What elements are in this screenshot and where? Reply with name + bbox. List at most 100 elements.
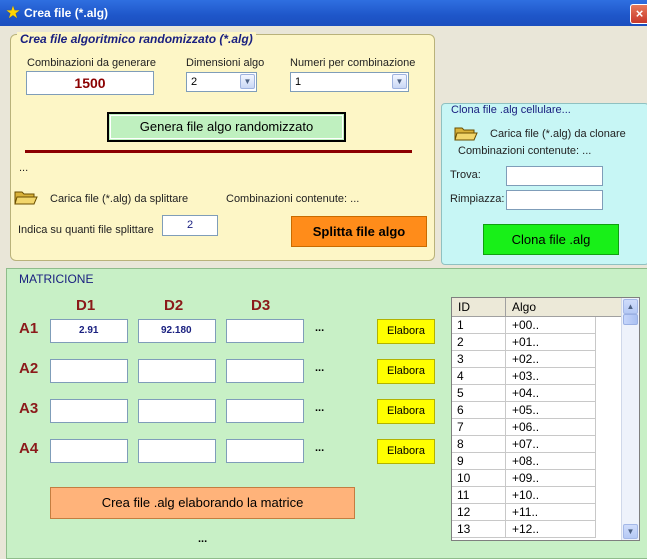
combinazioni-input[interactable]: 1500 (26, 71, 154, 95)
matrix-cell-a3-d3[interactable] (226, 399, 304, 423)
table-row[interactable]: 8 +07.. (452, 436, 622, 453)
table-row[interactable]: 2 +01.. (452, 334, 622, 351)
grid-cell-algo[interactable]: +12.. (506, 521, 596, 538)
column-label-d1: D1 (76, 297, 96, 314)
matrix-cell-a4-d1[interactable] (50, 439, 128, 463)
grid-cell-id[interactable]: 2 (452, 334, 506, 351)
matrix-cell-a3-d2[interactable] (138, 399, 216, 423)
table-row[interactable]: 12 +11.. (452, 504, 622, 521)
elabora-a1-button[interactable]: Elabora (377, 319, 435, 344)
close-button[interactable]: × (630, 4, 647, 24)
table-row[interactable]: 9 +08.. (452, 453, 622, 470)
open-folder-icon[interactable] (14, 188, 38, 206)
grid-cell-algo[interactable]: +07.. (506, 436, 596, 453)
matrix-cell-a3-d1[interactable] (50, 399, 128, 423)
matrix-cell-a4-d3[interactable] (226, 439, 304, 463)
indica-label: Indica su quanti file splittare (18, 224, 154, 236)
status-ellipsis: ... (19, 162, 29, 174)
row-label-a4: A4 (19, 440, 39, 457)
grid-header-algo[interactable]: Algo (506, 298, 624, 317)
grid-cell-id[interactable]: 9 (452, 453, 506, 470)
grid-cell-id[interactable]: 11 (452, 487, 506, 504)
clona-button[interactable]: Clona file .alg (483, 224, 619, 255)
elabora-a3-button[interactable]: Elabora (377, 399, 435, 424)
grid-cell-algo[interactable]: +11.. (506, 504, 596, 521)
dimensioni-value: 2 (191, 76, 198, 88)
open-folder-icon[interactable] (454, 124, 478, 142)
table-row[interactable]: 11 +10.. (452, 487, 622, 504)
numeri-select[interactable]: 1 ▼ (290, 72, 409, 92)
table-row[interactable]: 1 +00.. (452, 317, 622, 334)
trova-label: Trova: (450, 169, 481, 181)
chevron-down-icon[interactable]: ▼ (240, 74, 255, 89)
title-bar: ★ Crea file (*.alg) × (0, 0, 647, 26)
combinazioni-contenute-split: Combinazioni contenute: ... (226, 193, 360, 205)
grid-cell-id[interactable]: 10 (452, 470, 506, 487)
matrix-panel-legend: MATRICIONE (16, 272, 97, 286)
matrix-cell-a2-d2[interactable] (138, 359, 216, 383)
genera-button[interactable]: Genera file algo randomizzato (107, 112, 346, 142)
grid-cell-algo[interactable]: +06.. (506, 419, 596, 436)
carica-clone-label: Carica file (*.alg) da clonare (490, 128, 626, 140)
split-count-input[interactable]: 2 (162, 215, 218, 236)
numeri-value: 1 (295, 76, 302, 88)
grid-cell-algo[interactable]: +09.. (506, 470, 596, 487)
grid-header-id[interactable]: ID (452, 298, 506, 317)
trova-input[interactable] (506, 166, 603, 186)
vertical-scrollbar[interactable]: ▲ ▼ (621, 298, 639, 540)
row-label-a2: A2 (19, 360, 39, 377)
scroll-up-icon[interactable]: ▲ (623, 299, 638, 314)
table-row[interactable]: 7 +06.. (452, 419, 622, 436)
matrix-cell-a2-d3[interactable] (226, 359, 304, 383)
table-row[interactable]: 6 +05.. (452, 402, 622, 419)
dimensioni-select[interactable]: 2 ▼ (186, 72, 257, 92)
grid-cell-id[interactable]: 4 (452, 368, 506, 385)
elabora-a4-button[interactable]: Elabora (377, 439, 435, 464)
table-row[interactable]: 10 +09.. (452, 470, 622, 487)
row-label-a3: A3 (19, 400, 39, 417)
matrix-cell-a4-d2[interactable] (138, 439, 216, 463)
dimensioni-label: Dimensioni algo (186, 57, 265, 69)
table-row[interactable]: 5 +04.. (452, 385, 622, 402)
matrix-cell-a1-d1[interactable]: 2.91 (50, 319, 128, 343)
grid-cell-id[interactable]: 5 (452, 385, 506, 402)
table-row[interactable]: 13 +12.. (452, 521, 622, 538)
scroll-thumb[interactable] (623, 314, 638, 325)
crea-matrice-button[interactable]: Crea file .alg elaborando la matrice (50, 487, 355, 519)
matrix-cell-a1-d3[interactable] (226, 319, 304, 343)
row-a4-dots: ... (315, 442, 325, 454)
grid-cell-algo[interactable]: +02.. (506, 351, 596, 368)
grid-cell-id[interactable]: 8 (452, 436, 506, 453)
divider (25, 150, 412, 153)
grid-cell-id[interactable]: 6 (452, 402, 506, 419)
chevron-down-icon[interactable]: ▼ (392, 74, 407, 89)
algo-grid[interactable]: ID Algo 1 +00.. 2 +01.. 3 +02.. 4 +03.. 5 +04.. 6 +… (451, 297, 640, 541)
matrix-cell-a2-d1[interactable] (50, 359, 128, 383)
grid-cell-algo[interactable]: +01.. (506, 334, 596, 351)
clone-panel-legend: Clona file .alg cellulare... (448, 104, 574, 116)
table-row[interactable]: 4 +03.. (452, 368, 622, 385)
grid-cell-algo[interactable]: +04.. (506, 385, 596, 402)
grid-cell-id[interactable]: 1 (452, 317, 506, 334)
grid-cell-algo[interactable]: +03.. (506, 368, 596, 385)
row-label-a1: A1 (19, 320, 39, 337)
numeri-label: Numeri per combinazione (290, 57, 416, 69)
elabora-a2-button[interactable]: Elabora (377, 359, 435, 384)
grid-cell-algo[interactable]: +00.. (506, 317, 596, 334)
grid-cell-id[interactable]: 13 (452, 521, 506, 538)
combinazioni-label: Combinazioni da generare (27, 57, 157, 69)
matrix-cell-a1-d2[interactable]: 92.180 (138, 319, 216, 343)
grid-cell-id[interactable]: 3 (452, 351, 506, 368)
grid-cell-algo[interactable]: +05.. (506, 402, 596, 419)
splitta-button[interactable]: Splitta file algo (291, 216, 427, 247)
grid-cell-id[interactable]: 12 (452, 504, 506, 521)
table-row[interactable]: 3 +02.. (452, 351, 622, 368)
scroll-down-icon[interactable]: ▼ (623, 524, 638, 539)
grid-cell-id[interactable]: 7 (452, 419, 506, 436)
create-panel-legend: Crea file algoritmico randomizzato (*.al… (17, 32, 256, 46)
grid-cell-algo[interactable]: +08.. (506, 453, 596, 470)
rimpiazza-input[interactable] (506, 190, 603, 210)
star-icon: ★ (5, 3, 21, 22)
row-a2-dots: ... (315, 362, 325, 374)
grid-cell-algo[interactable]: +10.. (506, 487, 596, 504)
